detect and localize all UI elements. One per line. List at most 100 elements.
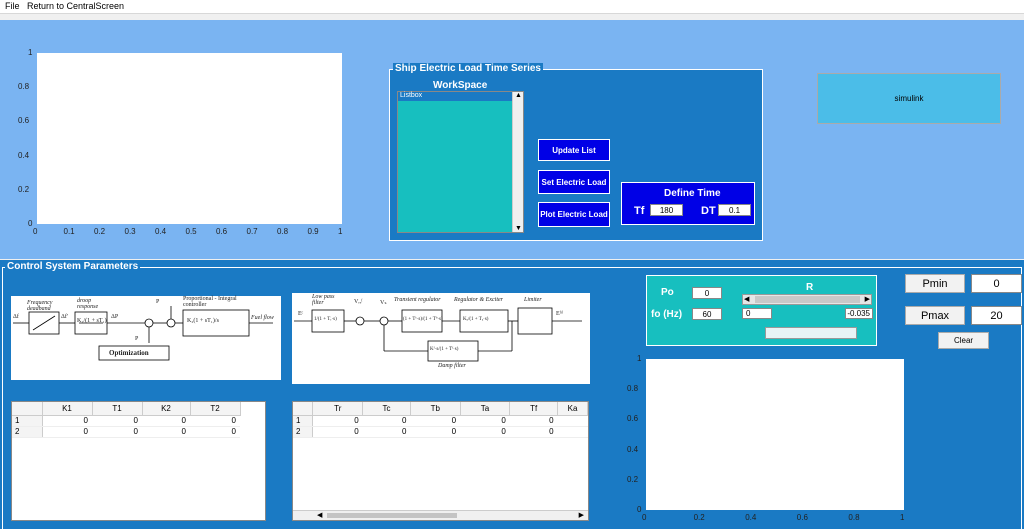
slider-left-icon[interactable]: ◀ (744, 295, 749, 303)
simulink-button[interactable]: simulink (817, 73, 1001, 124)
table-header: T1 (92, 402, 143, 416)
table-cell[interactable]: 0 (142, 426, 190, 438)
table-cell[interactable]: 0 (42, 426, 92, 438)
table-row[interactable]: 2 0 0 0 0 0 (293, 426, 588, 438)
y-tick-label: 1 (637, 354, 642, 363)
table-header: Tf (509, 402, 559, 416)
table-cell[interactable]: 0 (410, 426, 461, 438)
table-cell[interactable] (557, 426, 588, 438)
table-cell[interactable]: 0 (509, 426, 558, 438)
horizontal-scrollbar[interactable]: ◀ ▶ (293, 510, 588, 520)
table-row[interactable]: 1 0 0 0 0 (12, 415, 240, 427)
table-header: Tb (410, 402, 461, 416)
dt-input[interactable]: 0.1 (718, 204, 751, 216)
table-row[interactable]: 1 0 0 0 0 0 (293, 415, 588, 427)
fo-input[interactable]: 60 (692, 308, 722, 320)
table-row[interactable]: 2 0 0 0 0 (12, 426, 240, 438)
table-cell[interactable]: 0 (362, 426, 411, 438)
control-panel-title: Control System Parameters (5, 261, 141, 272)
exciter-diagram: Low pass filter 1/(1 + Tᵣ·s) Transient r… (292, 293, 590, 384)
define-time-box: Define Time Tf 180 DT 0.1 (621, 182, 755, 225)
efd-label: Eᶠᵈ (556, 311, 563, 317)
y-tick-label: 1 (28, 48, 33, 57)
table-cell[interactable]: 0 (190, 426, 240, 438)
exciter-params-table[interactable]: Tr Tc Tb Ta Tf Ka 1 0 0 0 0 0 2 0 0 0 0 … (292, 401, 589, 521)
x-tick-label: 0.3 (124, 227, 136, 236)
slider-right-icon[interactable]: ▶ (865, 295, 870, 303)
table-cell[interactable]: 0 (190, 415, 240, 427)
update-list-button[interactable]: Update List (538, 139, 610, 161)
workspace-listbox[interactable]: Listbox ▲ ▼ (397, 91, 524, 233)
table-cell[interactable]: 0 (312, 415, 363, 427)
governor-params-table[interactable]: K1 T1 K2 T2 1 0 0 0 0 2 0 0 0 0 (11, 401, 266, 521)
y-tick-label: 0 (637, 505, 642, 514)
table-cell[interactable] (557, 415, 588, 427)
po-label: Po (661, 287, 674, 298)
r-value-field[interactable]: -0.035 (845, 308, 873, 319)
table-cell[interactable]: 0 (410, 415, 461, 427)
plot-electric-load-button[interactable]: Plot Electric Load (538, 202, 610, 227)
table-cell[interactable]: 0 (142, 415, 190, 427)
scroll-up-icon[interactable]: ▲ (515, 92, 522, 99)
delta-f-label: Δf (13, 314, 19, 320)
damp-filter-label: Damp filter (438, 363, 466, 369)
po-input[interactable]: 0 (692, 287, 722, 299)
row-number: 2 (293, 426, 314, 438)
table-cell[interactable]: 0 (460, 415, 510, 427)
x-tick-label: 0.6 (796, 513, 808, 522)
top-plot-axes (37, 53, 342, 224)
optimization-label: Optimization (109, 349, 149, 357)
table-cell[interactable]: 0 (42, 415, 92, 427)
scroll-right-icon[interactable]: ▶ (579, 511, 584, 519)
slider-thumb[interactable] (755, 296, 860, 303)
x-tick-label: 0.2 (94, 227, 106, 236)
droop-block: K₁/(1 + sT₁) (77, 318, 107, 324)
table-cell[interactable]: 0 (509, 415, 558, 427)
r-slider[interactable]: ◀ ▶ (742, 294, 872, 305)
set-electric-load-button[interactable]: Set Electric Load (538, 170, 610, 194)
y-tick-label: 0.8 (18, 82, 30, 92)
trans-block: (1 + Tᶜ·s)/(1 + Tᵇ·s) (403, 317, 443, 322)
pmin-input[interactable]: 0 (971, 274, 1022, 293)
x-tick-label: 0.6 (216, 227, 228, 236)
vs-label: Vₛ (380, 300, 387, 306)
listbox-scrollbar[interactable]: ▲ ▼ (512, 92, 523, 232)
r-min-field[interactable]: 0 (742, 308, 772, 319)
x-tick-label: 0.8 (848, 513, 860, 522)
table-header: Ta (460, 402, 511, 416)
tf-input[interactable]: 180 (650, 204, 683, 216)
y-tick-label: 0.6 (18, 116, 30, 126)
listbox-item[interactable]: Listbox (398, 92, 512, 101)
r-readout-bar (765, 327, 857, 339)
menu-return-central[interactable]: Return to CentralScreen (27, 1, 124, 11)
table-cell[interactable]: 0 (362, 415, 411, 427)
row-number: 2 (12, 426, 43, 438)
table-header: T2 (190, 402, 241, 416)
clear-button[interactable]: Clear (938, 332, 989, 349)
table-header: K2 (142, 402, 191, 416)
x-tick-label: 0.5 (185, 227, 197, 236)
table-cell[interactable]: 0 (312, 426, 363, 438)
table-cell[interactable]: 0 (92, 415, 142, 427)
scroll-down-icon[interactable]: ▼ (515, 225, 522, 232)
table-cell[interactable]: 0 (460, 426, 510, 438)
x-tick-label: 0.8 (277, 227, 289, 236)
x-tick-label: 0.7 (246, 227, 258, 236)
pmax-label: Pmax (905, 306, 965, 325)
menu-file[interactable]: File (5, 1, 20, 11)
limiter-label: Limiter (524, 297, 542, 303)
droop-label: droop response (77, 298, 99, 310)
table-cell[interactable]: 0 (92, 426, 142, 438)
freq-deadband-label: Frequency deadband (27, 300, 53, 312)
scroll-thumb[interactable] (327, 513, 457, 518)
y-tick-label: 0 (28, 219, 33, 228)
x-tick-label: 1 (900, 513, 905, 522)
x-tick-label: 0.1 (63, 227, 75, 236)
load-panel-title: Ship Electric Load Time Series (393, 63, 543, 74)
delta-f-prime-label: Δf' (61, 314, 68, 320)
workspace-label: WorkSpace (433, 80, 488, 91)
pmax-input[interactable]: 20 (971, 306, 1022, 325)
scroll-left-icon[interactable]: ◀ (317, 511, 322, 519)
y-tick-label: 0.4 (18, 150, 30, 160)
x-tick-label: 0 (642, 513, 647, 522)
